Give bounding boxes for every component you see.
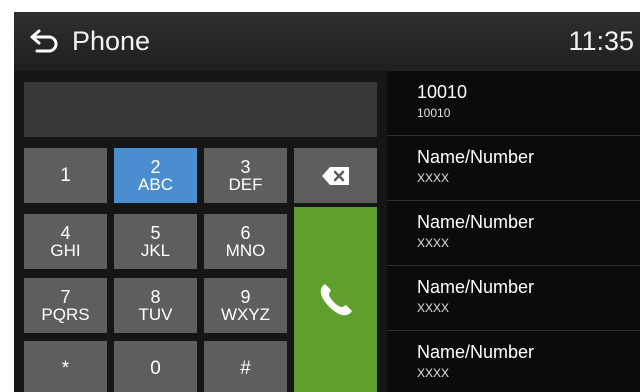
key-letters: DEF <box>228 174 263 194</box>
contact-name: Name/Number <box>417 277 535 297</box>
key-4[interactable]: 4 GHI <box>24 214 107 269</box>
backspace-button[interactable] <box>294 148 377 203</box>
key-digit: # <box>240 358 251 379</box>
key-5[interactable]: 5 JKL <box>114 214 197 269</box>
key-letters: JKL <box>140 240 171 260</box>
key-letters: GHI <box>50 240 81 260</box>
key-0[interactable]: 0 <box>114 341 197 392</box>
header-bar: Phone 11:35 <box>14 12 640 71</box>
back-arrow-icon[interactable] <box>29 27 61 55</box>
clock-time: 11:35 <box>568 26 634 56</box>
contact-item[interactable]: 10010 10010 <box>387 71 640 136</box>
key-letters: WXYZ <box>220 304 271 324</box>
key-star[interactable]: * <box>24 341 107 392</box>
number-display-field[interactable] <box>24 82 377 137</box>
key-digit: 3 <box>240 156 251 177</box>
contact-name: 10010 <box>417 82 468 102</box>
call-button[interactable] <box>294 207 377 392</box>
contact-name: Name/Number <box>417 147 535 167</box>
key-1[interactable]: 1 <box>24 148 107 203</box>
key-2[interactable]: 2 ABC <box>114 148 197 203</box>
backspace-icon <box>321 166 349 185</box>
key-digit: 6 <box>240 222 251 243</box>
key-letters: ABC <box>138 174 173 194</box>
key-9[interactable]: 9 WXYZ <box>204 278 287 333</box>
contact-item[interactable]: Name/Number XXXX <box>387 201 640 266</box>
key-8[interactable]: 8 TUV <box>114 278 197 333</box>
key-digit: 7 <box>60 286 71 307</box>
key-digit: 0 <box>150 358 161 379</box>
key-digit: * <box>61 358 70 379</box>
page-title: Phone <box>72 26 151 56</box>
contact-name: Name/Number <box>417 212 535 232</box>
key-letters: PQRS <box>41 304 90 324</box>
key-digit: 5 <box>150 222 161 243</box>
key-digit: 8 <box>150 286 161 307</box>
contact-number: XXXX <box>417 236 450 250</box>
key-letters: TUV <box>138 304 173 324</box>
contact-name: Name/Number <box>417 342 535 362</box>
key-3[interactable]: 3 DEF <box>204 148 287 203</box>
key-digit: 1 <box>60 165 71 186</box>
key-7[interactable]: 7 PQRS <box>24 278 107 333</box>
contact-item[interactable]: Name/Number XXXX <box>387 331 640 392</box>
key-digit: 9 <box>240 286 251 307</box>
key-hash[interactable]: # <box>204 341 287 392</box>
contact-number: XXXX <box>417 171 450 185</box>
key-6[interactable]: 6 MNO <box>204 214 287 269</box>
key-digit: 2 <box>150 156 161 177</box>
phone-screen: Phone 11:35 1 2 ABC 3 DEF 4 GHI 5 JKL 6 … <box>14 12 640 392</box>
contact-number: XXXX <box>417 301 450 315</box>
key-digit: 4 <box>60 222 71 243</box>
contact-item[interactable]: Name/Number XXXX <box>387 266 640 331</box>
dialer-panel: 1 2 ABC 3 DEF 4 GHI 5 JKL 6 MNO 7 PQRS 8… <box>14 71 387 392</box>
recent-calls-list: 10010 10010 Name/Number XXXX Name/Number… <box>387 71 640 392</box>
phone-handset-icon <box>320 283 352 315</box>
key-letters: MNO <box>225 240 266 260</box>
contact-number: 10010 <box>417 106 451 120</box>
contact-number: XXXX <box>417 366 450 380</box>
contact-item[interactable]: Name/Number XXXX <box>387 136 640 201</box>
